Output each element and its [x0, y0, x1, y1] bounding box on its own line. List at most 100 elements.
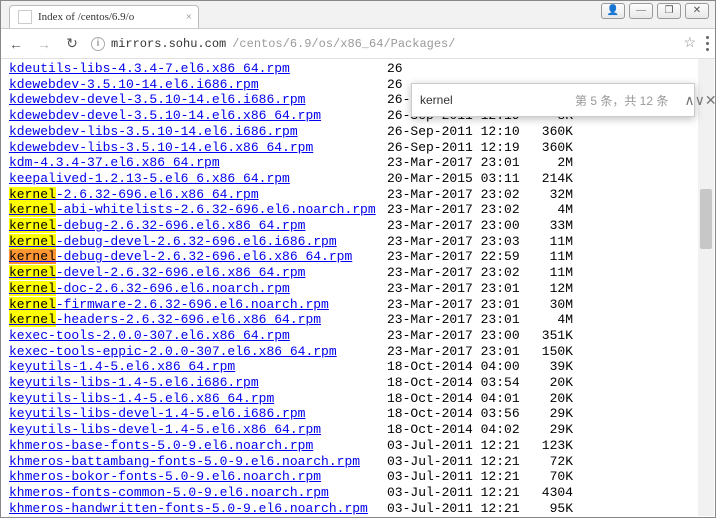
file-link[interactable]: kernel-debug-2.6.32-696.el6.x86_64.rpm [9, 218, 305, 233]
file-link[interactable]: kernel-2.6.32-696.el6.x86_64.rpm [9, 187, 259, 202]
vertical-scrollbar[interactable] [698, 59, 714, 516]
file-size: 360K [525, 140, 573, 156]
file-link[interactable]: khmeros-battambang-fonts-5.0-9.el6.noarc… [9, 454, 360, 469]
reload-button[interactable]: ↻ [63, 35, 81, 52]
table-row: kdm-4.3.4-37.el6.x86_64.rpm23-Mar-2017 2… [9, 155, 707, 171]
tab-favicon [18, 10, 32, 24]
file-size: 29K [525, 422, 573, 438]
tab-close-button[interactable]: × [186, 11, 192, 23]
table-row: keyutils-libs-1.4-5.el6.i686.rpm 18-Oct-2… [9, 375, 707, 391]
address-bar[interactable]: i mirrors.sohu.com/centos/6.9/os/x86_64/… [91, 37, 673, 51]
file-link[interactable]: kexec-tools-2.0.0-307.el6.x86_64.rpm [9, 328, 290, 343]
file-link[interactable]: kernel-firmware-2.6.32-696.el6.noarch.rp… [9, 297, 329, 312]
file-link[interactable]: kdeutils-libs-4.3.4-7.el6.x86_64.rpm [9, 61, 290, 76]
table-row: kernel-debug-devel-2.6.32-696.el6.i686.r… [9, 234, 707, 250]
file-link[interactable]: keyutils-libs-devel-1.4-5.el6.i686.rpm [9, 406, 305, 421]
file-link[interactable]: kdewebdev-libs-3.5.10-14.el6.i686.rpm [9, 124, 298, 139]
minimize-button[interactable]: — [629, 3, 653, 19]
file-size: 4304 [525, 485, 573, 501]
find-close-button[interactable]: ✕ [705, 92, 716, 109]
file-size: 150K [525, 344, 573, 360]
file-link[interactable]: khmeros-fonts-common-5.0-9.el6.noarch.rp… [9, 485, 329, 500]
file-link[interactable]: khmeros-bokor-fonts-5.0-9.el6.noarch.rpm [9, 469, 321, 484]
file-date: 23-Mar-2017 23:02 [387, 187, 525, 203]
tab-title: Index of /centos/6.9/o [38, 11, 134, 23]
file-link[interactable]: kexec-tools-eppic-2.0.0-307.el6.x86_64.r… [9, 344, 337, 359]
find-next-button[interactable]: ∨ [695, 92, 705, 109]
table-row: khmeros-handwritten-fonts-5.0-9.el6.noar… [9, 501, 707, 517]
file-link[interactable]: kernel-debug-devel-2.6.32-696.el6.x86_64… [9, 249, 352, 264]
file-size: 351K [525, 328, 573, 344]
back-button[interactable]: ← [7, 36, 25, 52]
table-row: kernel-headers-2.6.32-696.el6.x86_64.rpm… [9, 312, 707, 328]
bookmark-star-button[interactable]: ☆ [683, 35, 696, 52]
table-row: keyutils-libs-1.4-5.el6.x86_64.rpm18-Oct… [9, 391, 707, 407]
file-size: 360K [525, 124, 573, 140]
user-button[interactable]: 👤 [601, 3, 625, 19]
table-row: kexec-tools-2.0.0-307.el6.x86_64.rpm 23-M… [9, 328, 707, 344]
table-row: kernel-debug-2.6.32-696.el6.x86_64.rpm23… [9, 218, 707, 234]
file-size: 12M [525, 281, 573, 297]
file-link[interactable]: kdewebdev-devel-3.5.10-14.el6.x86_64.rpm [9, 108, 321, 123]
file-link[interactable]: keyutils-libs-1.4-5.el6.x86_64.rpm [9, 391, 274, 406]
file-size: 33M [525, 218, 573, 234]
table-row: kernel-debug-devel-2.6.32-696.el6.x86_64… [9, 249, 707, 265]
file-size: 29K [525, 406, 573, 422]
file-link[interactable]: khmeros-base-fonts-5.0-9.el6.noarch.rpm [9, 438, 313, 453]
file-date: 18-Oct-2014 03:56 [387, 406, 525, 422]
file-size: 11M [525, 265, 573, 281]
file-size: 95K [525, 501, 573, 517]
file-size: 123K [525, 438, 573, 454]
browser-tab[interactable]: Index of /centos/6.9/o × [9, 5, 199, 28]
directory-listing: kdeutils-libs-4.3.4-7.el6.x86_64.rpm 26 kd… [1, 59, 715, 524]
chrome-menu-button[interactable] [706, 36, 709, 51]
table-row: khmeros-base-fonts-5.0-9.el6.noarch.rpm0… [9, 438, 707, 454]
file-date: 26-Sep-2011 12:19 [387, 140, 525, 156]
file-date: 23-Mar-2017 22:59 [387, 249, 525, 265]
find-input[interactable] [420, 93, 575, 107]
file-link[interactable]: kernel-devel-2.6.32-696.el6.x86_64.rpm [9, 265, 305, 280]
file-link[interactable]: kernel-debug-devel-2.6.32-696.el6.i686.r… [9, 234, 337, 249]
file-date: 03-Jul-2011 12:21 [387, 485, 525, 501]
file-link[interactable]: kdewebdev-devel-3.5.10-14.el6.i686.rpm [9, 92, 305, 107]
file-size [525, 61, 573, 77]
file-link[interactable]: kernel-abi-whitelists-2.6.32-696.el6.noa… [9, 202, 376, 217]
file-link[interactable]: keepalived-1.2.13-5.el6_6.x86_64.rpm [9, 171, 290, 186]
file-link[interactable]: keyutils-libs-1.4-5.el6.i686.rpm [9, 375, 259, 390]
file-date: 23-Mar-2017 23:00 [387, 328, 525, 344]
file-size: 70K [525, 469, 573, 485]
table-row: kernel-abi-whitelists-2.6.32-696.el6.noa… [9, 202, 707, 218]
file-size: 2M [525, 155, 573, 171]
table-row: kernel-doc-2.6.32-696.el6.noarch.rpm23-M… [9, 281, 707, 297]
file-date: 18-Oct-2014 04:00 [387, 359, 525, 375]
forward-button[interactable]: → [35, 36, 53, 52]
file-link[interactable]: kdm-4.3.4-37.el6.x86_64.rpm [9, 155, 220, 170]
file-date: 23-Mar-2017 23:03 [387, 234, 525, 250]
file-link[interactable]: kernel-doc-2.6.32-696.el6.noarch.rpm [9, 281, 290, 296]
site-info-icon[interactable]: i [91, 37, 105, 51]
file-size: 32M [525, 187, 573, 203]
maximize-button[interactable]: ❐ [657, 3, 681, 19]
window-controls: 👤 — ❐ ✕ [601, 3, 709, 19]
close-window-button[interactable]: ✕ [685, 3, 709, 19]
find-prev-button[interactable]: ∧ [684, 92, 694, 109]
file-link[interactable]: kdewebdev-3.5.10-14.el6.i686.rpm [9, 77, 259, 92]
table-row: kernel-2.6.32-696.el6.x86_64.rpm 23-Mar-2… [9, 187, 707, 203]
file-link[interactable]: keyutils-1.4-5.el6.x86_64.rpm [9, 359, 235, 374]
file-link[interactable]: khmeros-handwritten-fonts-5.0-9.el6.noar… [9, 501, 368, 516]
file-date: 18-Oct-2014 03:54 [387, 375, 525, 391]
file-size: 4M [525, 202, 573, 218]
file-size: 11M [525, 234, 573, 250]
file-date: 23-Mar-2017 23:01 [387, 297, 525, 313]
file-link[interactable]: keyutils-libs-devel-1.4-5.el6.x86_64.rpm [9, 422, 321, 437]
file-size: 30M [525, 297, 573, 313]
table-row: kdewebdev-libs-3.5.10-14.el6.i686.rpm26-… [9, 124, 707, 140]
file-date: 26 [387, 61, 525, 77]
file-size: 214K [525, 171, 573, 187]
file-link[interactable]: kdewebdev-libs-3.5.10-14.el6.x86_64.rpm [9, 140, 313, 155]
table-row: keyutils-libs-devel-1.4-5.el6.x86_64.rpm… [9, 422, 707, 438]
file-size: 4M [525, 312, 573, 328]
file-size: 39K [525, 359, 573, 375]
table-row: khmeros-fonts-common-5.0-9.el6.noarch.rp… [9, 485, 707, 501]
file-link[interactable]: kernel-headers-2.6.32-696.el6.x86_64.rpm [9, 312, 321, 327]
